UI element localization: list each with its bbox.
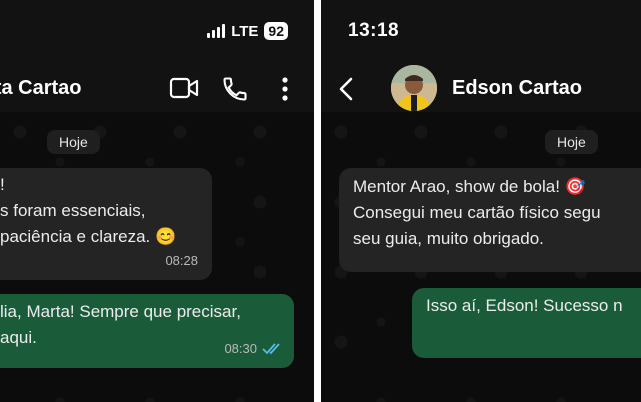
message-line: lia, Marta! Sempre que precisar, [0, 302, 241, 321]
message-line: Consegui meu cartão físico segu [353, 203, 601, 222]
date-divider: Hoje [545, 130, 598, 154]
back-arrow-icon[interactable] [337, 76, 355, 102]
left-chat-screen: LTE 92 rta Cartao Hoje ! s foram essenci… [0, 0, 314, 402]
outgoing-message[interactable]: Isso aí, Edson! Sucesso n [412, 288, 641, 358]
date-divider: Hoje [47, 130, 100, 154]
message-meta: 08:30 [224, 336, 282, 362]
chat-header: 13:18 Edson Cartao [321, 0, 641, 112]
message-line: seu guia, muito obrigado. [353, 229, 544, 248]
right-chat-screen: 13:18 Edson Cartao Hoje Mentor Arao, sho… [321, 0, 641, 402]
message-line: s foram essenciais, [0, 201, 146, 220]
read-receipt-icon [262, 343, 280, 355]
more-options-icon[interactable] [280, 76, 290, 102]
status-bar-right: LTE 92 [207, 22, 288, 40]
message-meta: 08:28 [165, 248, 198, 274]
message-line: Mentor Arao, show de bola! 🎯 [353, 177, 586, 196]
message-time: 08:30 [224, 341, 257, 356]
message-line: Isso aí, Edson! Sucesso n [426, 296, 623, 315]
status-time: 13:18 [348, 20, 400, 41]
chat-header: LTE 92 rta Cartao [0, 0, 314, 112]
incoming-message[interactable]: Mentor Arao, show de bola! 🎯 Consegui me… [339, 168, 641, 272]
video-call-icon[interactable] [169, 76, 199, 100]
phone-call-icon[interactable] [221, 75, 249, 103]
battery-level: 92 [264, 22, 288, 40]
message-time: 08:28 [165, 253, 198, 268]
message-line: paciência e clareza. 😊 [0, 227, 177, 246]
network-type: LTE [231, 22, 259, 40]
contact-avatar[interactable] [391, 65, 437, 111]
signal-strength-icon [207, 24, 226, 38]
avatar-person-icon [391, 65, 437, 111]
message-line: ! [0, 175, 5, 194]
contact-name[interactable]: rta Cartao [0, 77, 81, 100]
incoming-message[interactable]: ! s foram essenciais, paciência e clarez… [0, 168, 212, 280]
outgoing-message[interactable]: lia, Marta! Sempre que precisar, aqui. 0… [0, 294, 294, 368]
contact-name[interactable]: Edson Cartao [452, 77, 582, 100]
